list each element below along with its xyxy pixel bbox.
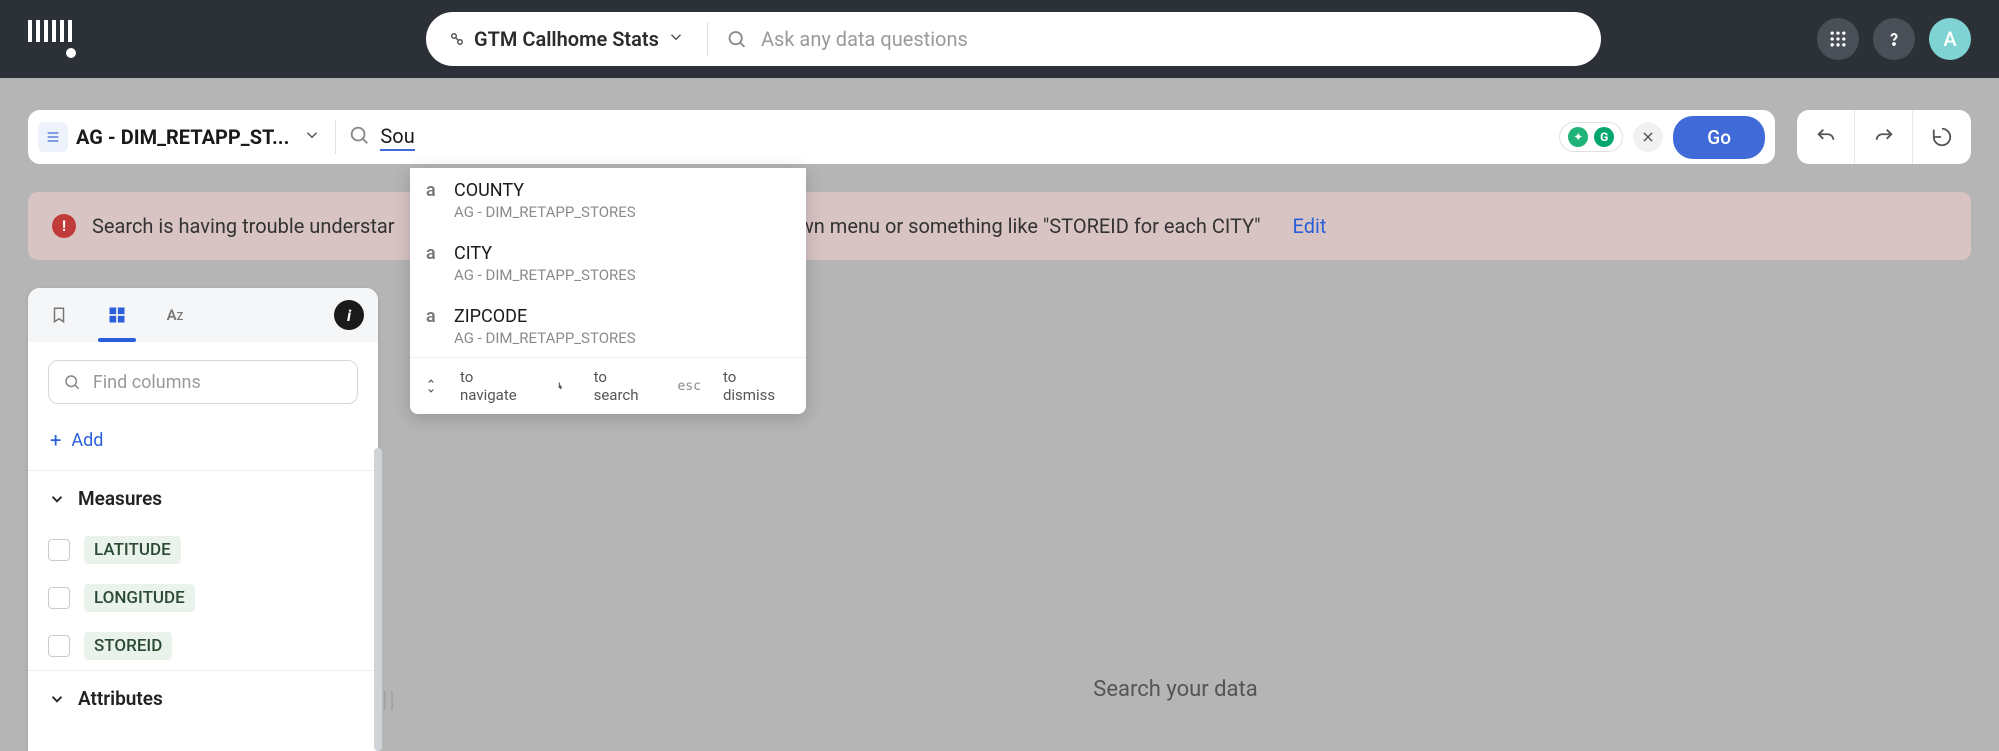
checkbox[interactable] (48, 587, 70, 609)
find-columns-field[interactable] (48, 360, 358, 404)
chevron-down-icon[interactable] (303, 126, 321, 148)
plus-icon: + (50, 428, 61, 452)
scrollbar[interactable] (374, 448, 382, 751)
type-indicator: a (426, 180, 440, 201)
az-icon: AZ (167, 306, 184, 324)
info-button[interactable]: i (334, 300, 364, 330)
dismiss-hint: to dismiss (723, 368, 792, 404)
search-hint: to search (594, 368, 656, 404)
columns-tab[interactable] (100, 298, 134, 332)
column-chip: LATITUDE (84, 536, 181, 564)
suggestion-source: AG - DIM_RETAPP_STORES (454, 329, 636, 347)
banner-text-left: Search is having trouble understar (92, 214, 395, 238)
scope-selector[interactable]: GTM Callhome Stats (426, 22, 708, 56)
esc-key: esc (677, 379, 700, 394)
undo-icon (1815, 126, 1837, 148)
suggestion-item[interactable]: a COUNTY AG - DIM_RETAPP_STORES (410, 168, 806, 231)
top-nav: GTM Callhome Stats A (0, 0, 1999, 78)
panel-tabs: AZ i (28, 288, 378, 342)
sort-tab[interactable]: AZ (158, 298, 192, 332)
separator (335, 120, 336, 154)
apps-icon (1828, 29, 1848, 49)
empty-state-text: Search your data (1093, 677, 1257, 702)
error-icon: ! (52, 214, 76, 238)
scope-label: GTM Callhome Stats (474, 27, 659, 51)
find-columns-input[interactable] (93, 372, 343, 393)
redo-icon (1873, 126, 1895, 148)
suggestion-label: COUNTY (454, 180, 636, 201)
user-avatar[interactable]: A (1929, 18, 1971, 60)
bulb-icon: ✦ (1568, 127, 1588, 147)
column-row[interactable]: LONGITUDE (28, 574, 378, 622)
suggestion-item[interactable]: a ZIPCODE AG - DIM_RETAPP_STORES (410, 294, 806, 357)
query-bar-row: AG - DIM_RETAPP_ST... Sou ✦ G Go (28, 110, 1971, 164)
suggestion-item[interactable]: a CITY AG - DIM_RETAPP_STORES (410, 231, 806, 294)
global-search-input[interactable] (761, 27, 1583, 51)
undo-button[interactable] (1797, 110, 1855, 164)
close-icon (1641, 130, 1655, 144)
nav-hint: to navigate (460, 368, 534, 404)
add-label: Add (71, 430, 103, 451)
type-indicator: a (426, 243, 440, 264)
banner-text-right: -down menu or something like "STOREID fo… (771, 214, 1261, 238)
checkbox[interactable] (48, 539, 70, 561)
suggestion-label: ZIPCODE (454, 306, 636, 327)
suggestion-footer: to navigate to search esc to dismiss (410, 357, 806, 414)
chevron-down-icon (48, 490, 66, 508)
global-search-container: GTM Callhome Stats (426, 12, 1601, 66)
history-controls (1797, 110, 1971, 164)
reset-button[interactable] (1913, 110, 1971, 164)
updown-icon (424, 378, 438, 394)
add-button[interactable]: + Add (28, 414, 378, 470)
panel-toggle-button[interactable] (38, 122, 68, 152)
brand-logo[interactable] (28, 15, 76, 63)
type-indicator: a (426, 306, 440, 327)
search-icon (348, 124, 370, 150)
column-chip: STOREID (84, 632, 172, 660)
help-icon (1884, 29, 1904, 49)
measures-section-header[interactable]: Measures (28, 471, 378, 526)
error-banner: ! Search is having trouble understar -do… (28, 192, 1971, 260)
grammarly-icon: G (1594, 127, 1614, 147)
datasource-name[interactable]: AG - DIM_RETAPP_ST... (76, 125, 289, 149)
suggestion-label: CITY (454, 243, 636, 264)
chevron-down-icon (48, 690, 66, 708)
column-row[interactable]: LATITUDE (28, 526, 378, 574)
nav-right: A (1817, 18, 1971, 60)
bookmark-icon (50, 305, 68, 325)
list-icon (45, 129, 61, 145)
data-panel: AZ i + Add Measures LATITUDE LONGITUDE S… (28, 288, 378, 751)
global-search[interactable] (708, 27, 1601, 51)
query-input[interactable]: Sou (380, 124, 414, 151)
suggestion-dropdown: a COUNTY AG - DIM_RETAPP_STORES a CITY A… (410, 168, 806, 414)
search-icon (63, 372, 81, 392)
chevron-down-icon (667, 28, 685, 50)
clear-button[interactable] (1633, 122, 1663, 152)
bookmark-tab[interactable] (42, 298, 76, 332)
go-button[interactable]: Go (1673, 116, 1765, 159)
reset-icon (1931, 126, 1953, 148)
help-button[interactable] (1873, 18, 1915, 60)
checkbox[interactable] (48, 635, 70, 657)
redo-button[interactable] (1855, 110, 1913, 164)
grid-icon (107, 305, 127, 325)
assist-badge[interactable]: ✦ G (1559, 122, 1623, 152)
enter-icon (556, 379, 572, 393)
suggestion-source: AG - DIM_RETAPP_STORES (454, 203, 636, 221)
edit-link[interactable]: Edit (1293, 214, 1327, 238)
info-icon: i (347, 306, 351, 325)
scope-icon (448, 30, 466, 48)
attributes-section-header[interactable]: Attributes (28, 671, 378, 726)
column-chip: LONGITUDE (84, 584, 195, 612)
measures-title: Measures (78, 487, 162, 510)
search-icon (726, 28, 747, 50)
query-bar: AG - DIM_RETAPP_ST... Sou ✦ G Go (28, 110, 1775, 164)
suggestion-source: AG - DIM_RETAPP_STORES (454, 266, 636, 284)
apps-button[interactable] (1817, 18, 1859, 60)
attributes-title: Attributes (78, 687, 163, 710)
column-row[interactable]: STOREID (28, 622, 378, 670)
